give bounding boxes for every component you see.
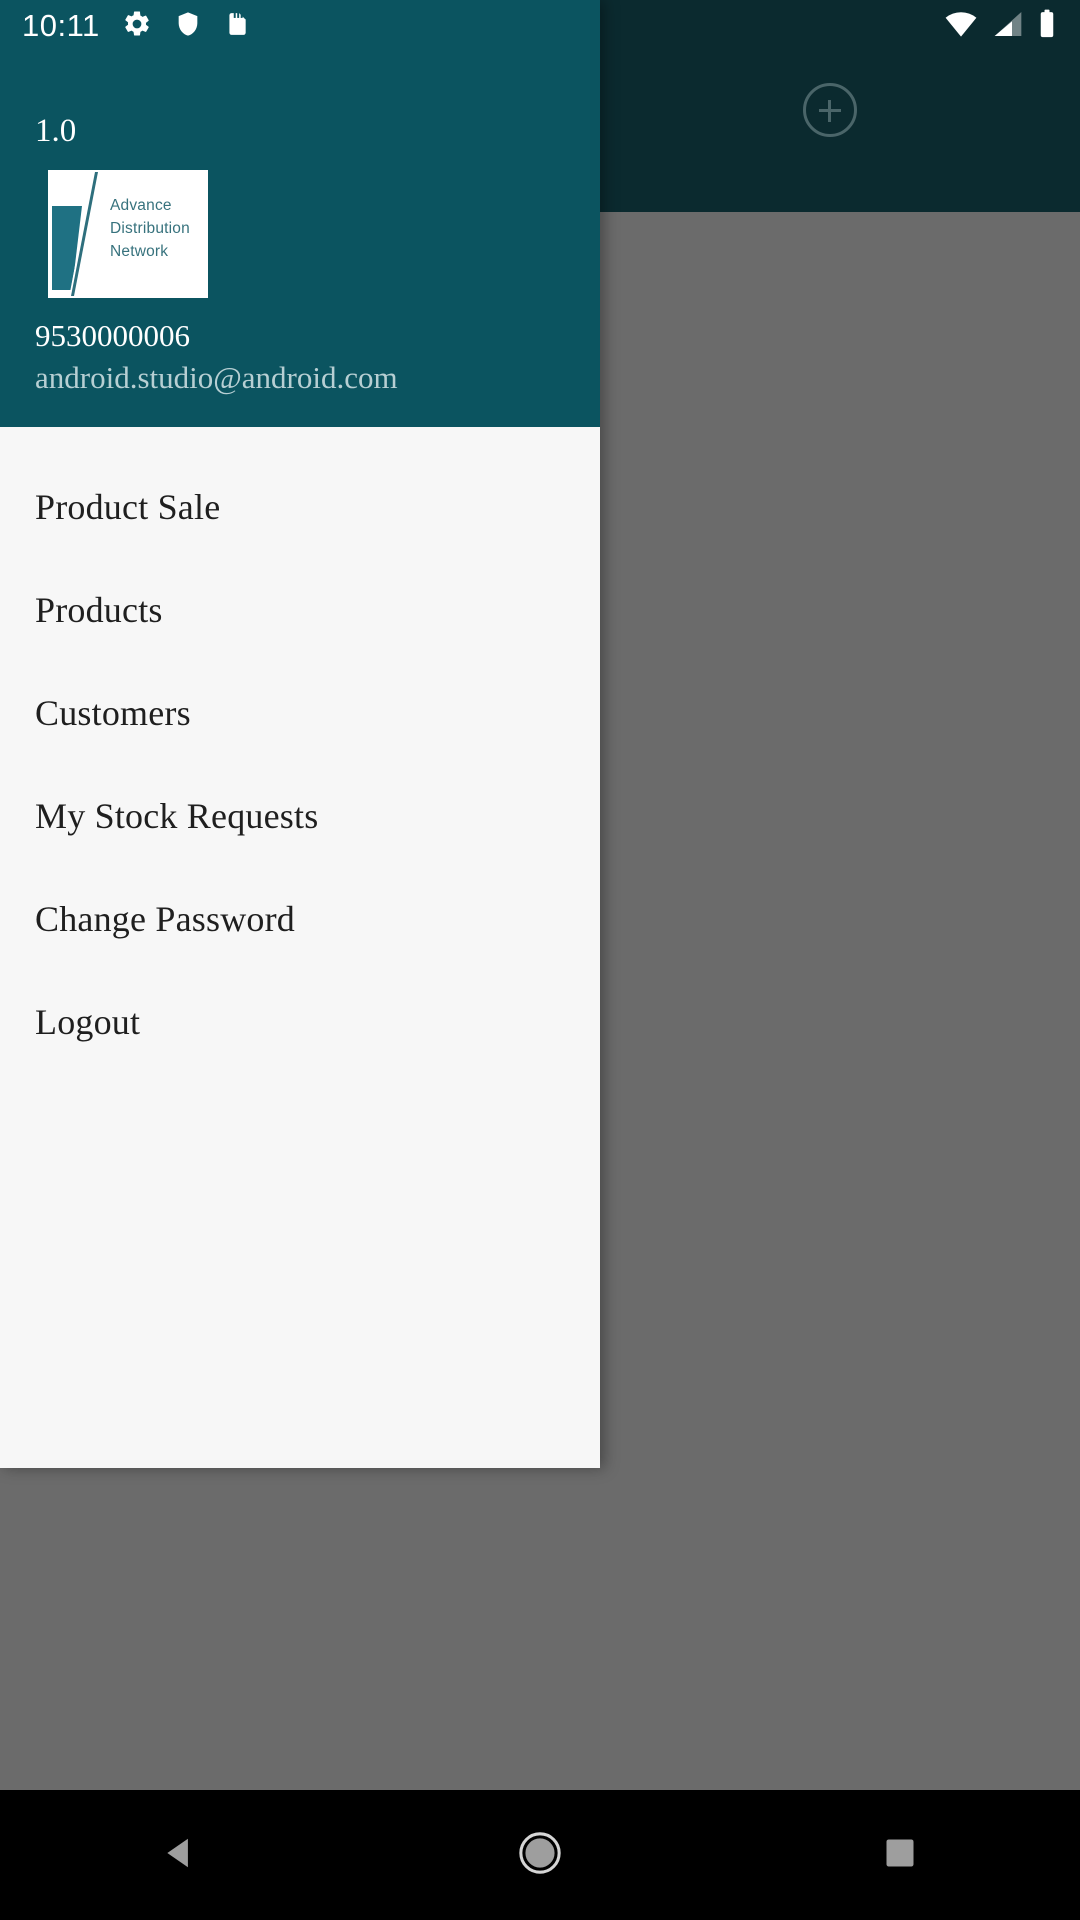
app-version-label: 1.0 bbox=[35, 113, 77, 149]
system-navigation-bar bbox=[0, 1790, 1080, 1920]
logo-mark-icon bbox=[48, 170, 110, 298]
menu-item-change-password[interactable]: Change Password bbox=[0, 867, 600, 970]
logo-line-1: Advance bbox=[110, 197, 172, 214]
back-triangle-icon bbox=[161, 1833, 199, 1878]
menu-item-label: Products bbox=[35, 589, 163, 630]
recents-square-icon bbox=[882, 1835, 918, 1876]
sd-card-icon bbox=[224, 9, 250, 44]
user-email: android.studio@android.com bbox=[35, 360, 398, 395]
logo-wordmark: Advance Distribution Network bbox=[110, 194, 206, 263]
battery-icon bbox=[1038, 9, 1056, 44]
menu-item-label: Product Sale bbox=[35, 486, 221, 527]
menu-item-logout[interactable]: Logout bbox=[0, 970, 600, 1073]
menu-item-customers[interactable]: Customers bbox=[0, 661, 600, 764]
gear-icon bbox=[122, 9, 152, 44]
logo-line-2: Distribution bbox=[110, 220, 190, 237]
shield-icon bbox=[174, 9, 202, 44]
menu-item-label: My Stock Requests bbox=[35, 795, 319, 836]
company-logo: Advance Distribution Network bbox=[48, 170, 208, 298]
recents-button[interactable] bbox=[720, 1790, 1080, 1920]
drawer-header: 1.0 Advance Distribution Network 9530000… bbox=[0, 0, 600, 427]
user-phone-number: 9530000006 bbox=[35, 318, 190, 353]
logo-line-3: Network bbox=[110, 243, 169, 260]
menu-item-product-sale[interactable]: Product Sale bbox=[0, 455, 600, 558]
menu-item-label: Customers bbox=[35, 692, 191, 733]
status-bar: 10:11 bbox=[0, 0, 1080, 52]
back-button[interactable] bbox=[0, 1790, 360, 1920]
home-button[interactable] bbox=[360, 1790, 720, 1920]
menu-item-label: Logout bbox=[35, 1001, 141, 1042]
status-bar-right bbox=[944, 9, 1056, 44]
phone-screen: 1.0 Advance Distribution Network 9530000… bbox=[0, 0, 1080, 1920]
menu-item-products[interactable]: Products bbox=[0, 558, 600, 661]
home-circle-icon bbox=[517, 1830, 563, 1881]
add-circle-icon[interactable] bbox=[803, 83, 857, 137]
status-clock: 10:11 bbox=[22, 8, 100, 43]
menu-item-label: Change Password bbox=[35, 898, 295, 939]
cell-signal-icon bbox=[992, 10, 1024, 43]
drawer-menu-list: Product Sale Products Customers My Stock… bbox=[0, 427, 600, 1073]
wifi-icon bbox=[944, 10, 978, 43]
navigation-drawer: 1.0 Advance Distribution Network 9530000… bbox=[0, 0, 600, 1468]
menu-item-my-stock-requests[interactable]: My Stock Requests bbox=[0, 764, 600, 867]
status-bar-left: 10:11 bbox=[0, 0, 250, 52]
